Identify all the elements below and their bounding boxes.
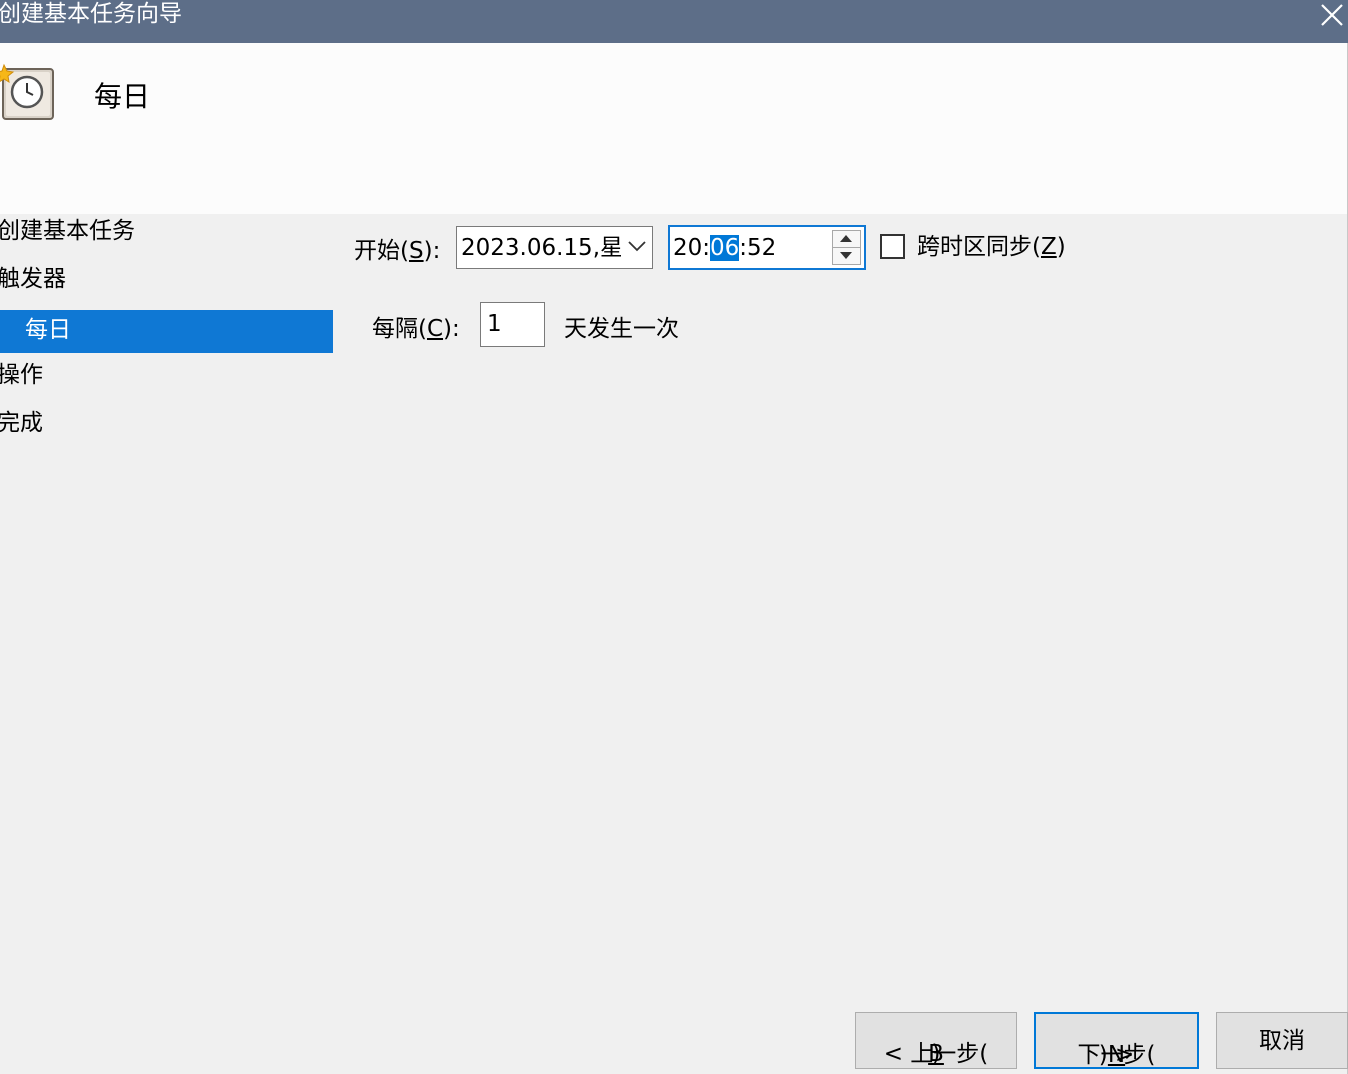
- start-time-field[interactable]: 20:06:52: [668, 225, 866, 270]
- start-date-picker[interactable]: 2023.06.15,星期: [456, 226, 653, 269]
- cancel-button[interactable]: 取消: [1216, 1012, 1348, 1069]
- chevron-down-icon: [628, 241, 646, 252]
- page-title: 每日: [94, 80, 151, 113]
- nav-item-create-basic-task[interactable]: 创建基本任务: [0, 216, 135, 246]
- back-button[interactable]: < 上一步(B): [855, 1012, 1017, 1069]
- nav-item-action[interactable]: 操作: [0, 360, 43, 390]
- interval-days-value: 1: [487, 311, 502, 337]
- window-title: 创建基本任务向导: [0, 1, 182, 27]
- spin-up-button[interactable]: [833, 231, 860, 248]
- arrow-down-icon: [840, 252, 852, 259]
- spin-down-button[interactable]: [833, 248, 860, 264]
- start-label: 开始(S):: [354, 238, 441, 264]
- wizard-header: 每日: [0, 43, 1348, 214]
- nav-item-trigger[interactable]: 触发器: [0, 264, 66, 294]
- nav-item-finish[interactable]: 完成: [0, 408, 43, 438]
- task-scheduler-clock-icon: [0, 61, 58, 123]
- interval-unit-label: 天发生一次: [564, 316, 679, 342]
- title-bar: 创建基本任务向导: [0, 0, 1348, 43]
- sync-timezone-label[interactable]: 跨时区同步(Z): [917, 232, 1066, 262]
- nav-item-daily-label: 每日: [25, 317, 71, 343]
- start-date-value: 2023.06.15,星期: [461, 235, 621, 261]
- interval-days-input[interactable]: 1: [480, 302, 545, 347]
- interval-label: 每隔(C):: [372, 316, 460, 342]
- nav-item-daily[interactable]: 每日: [0, 310, 333, 353]
- sync-timezone-checkbox[interactable]: [880, 234, 905, 259]
- next-button[interactable]: 下一步(N) >: [1034, 1012, 1199, 1069]
- arrow-up-icon: [840, 235, 852, 242]
- cancel-button-label: 取消: [1259, 1028, 1305, 1054]
- close-button[interactable]: [1314, 0, 1348, 30]
- time-spinner[interactable]: [832, 230, 861, 265]
- start-time-value: 20:06:52: [673, 235, 777, 261]
- close-icon: [1321, 4, 1343, 26]
